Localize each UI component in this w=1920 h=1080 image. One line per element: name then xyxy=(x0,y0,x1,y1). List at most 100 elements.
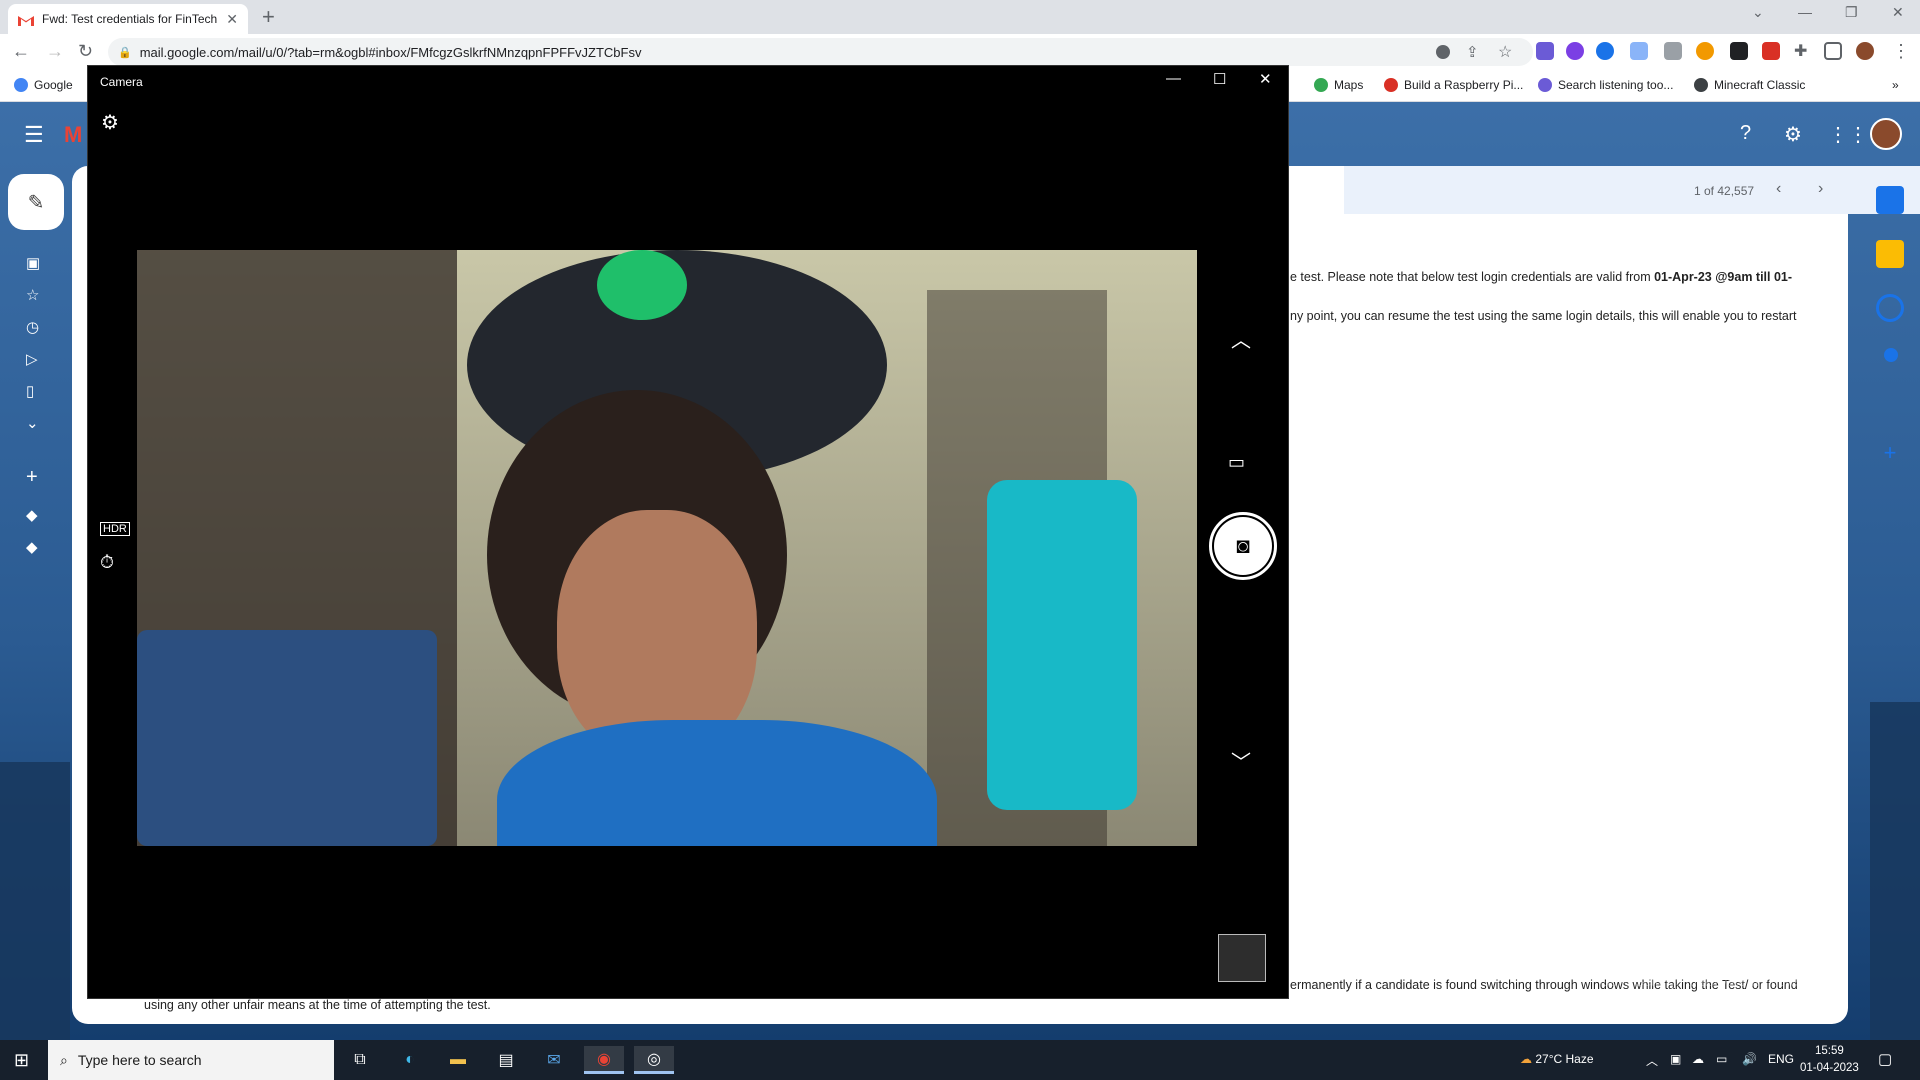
view-icon[interactable] xyxy=(1436,45,1450,59)
camera-minimize-button[interactable]: — xyxy=(1166,70,1181,87)
video-mode-icon[interactable]: ▭ xyxy=(1228,452,1245,473)
profile-avatar-icon[interactable] xyxy=(1856,42,1874,60)
bookmark-star-icon[interactable]: ☆ xyxy=(1498,42,1512,62)
minimize-button[interactable]: — xyxy=(1798,4,1812,20)
pagination-count: 1 of 42,557 xyxy=(1694,184,1755,198)
taskbar-search-box[interactable]: ⌕ Type here to search xyxy=(48,1040,334,1080)
more-chevron-down-icon[interactable]: ⌄ xyxy=(26,414,39,432)
lock-icon: 🔒 xyxy=(118,46,132,59)
help-icon[interactable]: ? xyxy=(1740,122,1751,145)
notifications-icon[interactable]: ▢ xyxy=(1878,1050,1892,1068)
last-photo-thumbnail[interactable] xyxy=(1218,934,1266,982)
mail-icon[interactable]: ✉ xyxy=(534,1046,574,1074)
camera-settings-gear-icon[interactable]: ⚙ xyxy=(101,110,119,135)
take-photo-button[interactable]: ◙ xyxy=(1209,512,1277,580)
person-shirt-shape xyxy=(497,720,937,846)
reload-icon[interactable]: ↻ xyxy=(78,41,93,62)
bookmark-item[interactable]: Build a Raspberry Pi... xyxy=(1384,78,1523,92)
snoozed-clock-icon[interactable]: ◷ xyxy=(26,318,39,336)
camera-viewfinder xyxy=(137,250,1197,846)
windows-start-icon[interactable]: ⊞ xyxy=(14,1050,29,1071)
camera-tray-icon[interactable]: ▣ xyxy=(1670,1052,1681,1066)
tray-overflow-icon[interactable]: ︿ xyxy=(1646,1052,1658,1069)
extension-icon[interactable] xyxy=(1566,42,1584,60)
clock[interactable]: 15:59 01-04-2023 xyxy=(1800,1043,1859,1077)
main-menu-icon[interactable]: ☰ xyxy=(24,122,44,148)
network-icon[interactable]: ▭ xyxy=(1716,1052,1727,1066)
add-label-icon[interactable]: + xyxy=(26,466,38,489)
extensions-puzzle-icon[interactable]: ✚ xyxy=(1794,41,1807,61)
store-icon[interactable]: ▤ xyxy=(486,1046,526,1074)
chevron-up-icon[interactable]: ︿ xyxy=(1231,324,1251,353)
bookmark-item[interactable]: Search listening too... xyxy=(1538,78,1673,92)
activate-windows-subtitle: Go to Settings to activate Windows. xyxy=(1600,974,1806,989)
get-addons-plus-icon[interactable]: + xyxy=(1876,440,1904,468)
contacts-icon[interactable] xyxy=(1884,348,1898,362)
calendar-icon[interactable] xyxy=(1876,186,1904,214)
new-tab-button[interactable]: + xyxy=(262,4,275,30)
apps-grid-icon[interactable]: ⋮⋮ xyxy=(1828,122,1868,147)
google-icon xyxy=(14,78,28,92)
hdr-icon[interactable]: HDR xyxy=(100,522,130,536)
drafts-icon[interactable]: ▯ xyxy=(26,382,34,400)
extension-icon[interactable] xyxy=(1596,42,1614,60)
onedrive-cloud-icon[interactable]: ☁ xyxy=(1692,1052,1704,1066)
extension-icon[interactable] xyxy=(1630,42,1648,60)
gmail-favicon-icon xyxy=(18,13,34,26)
newer-chevron-icon[interactable]: ‹ xyxy=(1776,180,1781,198)
extension-icon[interactable] xyxy=(1664,42,1682,60)
extension-icon[interactable] xyxy=(1762,42,1780,60)
label-icon[interactable]: ◆ xyxy=(26,506,38,524)
camera-maximize-button[interactable]: ☐ xyxy=(1213,70,1226,88)
back-arrow-icon[interactable]: ← xyxy=(12,41,30,62)
inbox-icon[interactable]: ▣ xyxy=(26,254,40,272)
extension-icon[interactable] xyxy=(1696,42,1714,60)
self-timer-icon[interactable]: ⏱ xyxy=(100,552,114,573)
weather-text: 27°C Haze xyxy=(1535,1052,1594,1066)
settings-gear-icon[interactable]: ⚙ xyxy=(1784,122,1802,147)
starred-icon[interactable]: ☆ xyxy=(26,286,39,304)
edge-browser-icon[interactable]: ◐ xyxy=(390,1046,430,1074)
chevron-down-icon[interactable]: ﹀ xyxy=(1231,746,1251,775)
restore-button[interactable]: ❐ xyxy=(1845,4,1858,21)
compose-button[interactable]: ✎ xyxy=(8,174,64,230)
label-icon[interactable]: ◆ xyxy=(26,538,38,556)
pencil-icon: ✎ xyxy=(27,191,45,214)
tasks-icon[interactable] xyxy=(1876,294,1904,322)
camera-app-icon[interactable]: ◎ xyxy=(634,1046,674,1074)
browser-menu-icon[interactable]: ⋮ xyxy=(1892,41,1910,62)
sent-icon[interactable]: ▷ xyxy=(26,350,38,368)
bookmark-item[interactable]: Google xyxy=(14,78,73,92)
email-body-line: e test. Please note that below test logi… xyxy=(1290,270,1792,284)
camera-close-button[interactable]: ✕ xyxy=(1259,70,1272,88)
extension-icon[interactable] xyxy=(1730,42,1748,60)
older-chevron-icon[interactable]: › xyxy=(1818,180,1823,198)
bookmarks-overflow-icon[interactable]: » xyxy=(1892,78,1899,92)
volume-icon[interactable]: 🔊 xyxy=(1742,1052,1757,1066)
share-icon[interactable]: ⇪ xyxy=(1466,43,1479,61)
close-button[interactable]: ✕ xyxy=(1892,4,1904,21)
chrome-icon[interactable]: ◉ xyxy=(584,1046,624,1074)
task-view-icon[interactable]: ⧉ xyxy=(340,1046,380,1074)
file-explorer-icon[interactable]: ▬ xyxy=(438,1046,478,1074)
bookmark-item[interactable]: Minecraft Classic xyxy=(1694,78,1805,92)
side-panel-icon[interactable] xyxy=(1824,42,1842,60)
bookmark-item[interactable]: Maps xyxy=(1314,78,1363,92)
email-body-bold-text: 01-Apr-23 @9am till 01- xyxy=(1654,270,1793,284)
tab-close-icon[interactable]: ✕ xyxy=(226,11,238,28)
tab-search-icon[interactable]: ⌄ xyxy=(1752,4,1764,21)
language-indicator[interactable]: ENG xyxy=(1768,1052,1794,1066)
keep-icon[interactable] xyxy=(1876,240,1904,268)
weather-widget[interactable]: ☁ 27°C Haze xyxy=(1520,1052,1594,1066)
bookmark-label: Minecraft Classic xyxy=(1714,78,1806,92)
browser-tab[interactable]: Fwd: Test credentials for FinTech ✕ xyxy=(8,4,248,34)
email-body-text: e test. Please note that below test logi… xyxy=(1290,270,1655,284)
green-bag-shape xyxy=(597,250,687,320)
gmail-logo-icon[interactable]: M xyxy=(64,122,82,148)
bookmark-favicon-icon xyxy=(1538,78,1552,92)
forward-arrow-icon[interactable]: → xyxy=(46,41,64,62)
address-bar[interactable]: 🔒 mail.google.com/mail/u/0/?tab=rm&ogbl#… xyxy=(108,38,1533,66)
email-body-line: ny point, you can resume the test using … xyxy=(1290,309,1797,323)
extension-icon[interactable] xyxy=(1536,42,1554,60)
account-avatar[interactable] xyxy=(1870,118,1902,150)
